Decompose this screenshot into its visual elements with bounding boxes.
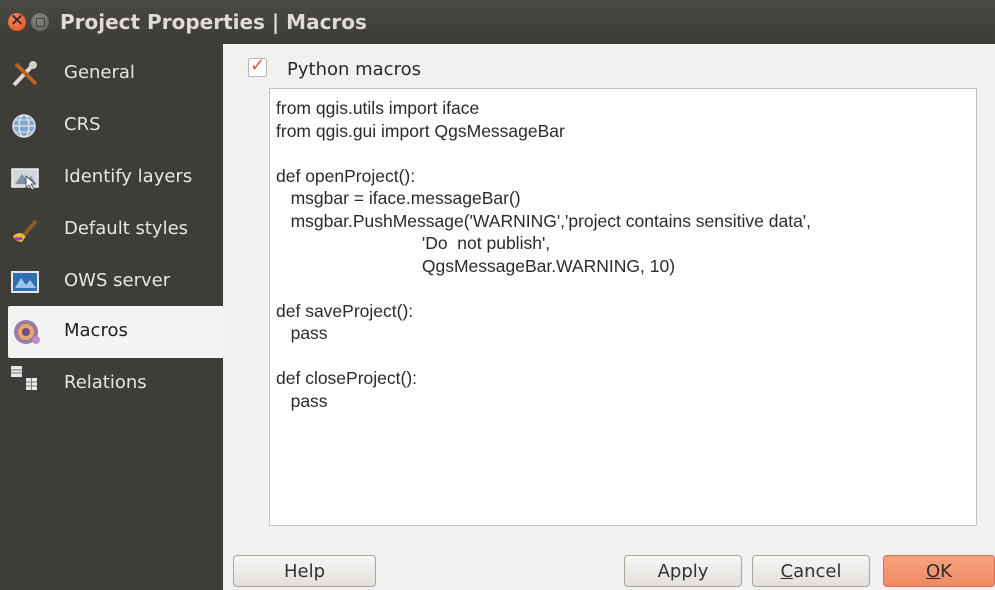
sidebar-item-label: OWS server <box>64 270 171 291</box>
cancel-label-rest: ancel <box>793 561 842 582</box>
table-relations-icon <box>11 366 37 390</box>
sidebar-item-label: Relations <box>64 372 147 393</box>
macro-code-editor[interactable]: from qgis.utils import iface from qgis.g… <box>269 88 977 526</box>
apply-button[interactable]: Apply <box>624 555 742 587</box>
close-window-button[interactable] <box>8 10 26 31</box>
window-title: Project Properties | Macros <box>60 10 367 34</box>
ok-button[interactable]: OK <box>883 555 995 587</box>
macros-panel: Python macros from qgis.utils import ifa… <box>223 44 995 590</box>
sidebar-item-macros[interactable]: Macros ⋮ <box>8 306 231 358</box>
macro-code[interactable]: from qgis.utils import iface from qgis.g… <box>276 97 811 412</box>
gear-icon <box>14 320 40 344</box>
cancel-mnemonic: C <box>780 561 794 582</box>
sidebar-item-label: Default styles <box>64 218 189 239</box>
minimize-window-button[interactable] <box>31 13 49 31</box>
sidebar-item-label: Macros <box>64 320 128 341</box>
sidebar-item-default-styles[interactable]: Default styles <box>0 204 223 256</box>
title-bar: Project Properties | Macros <box>0 0 995 44</box>
sidebar-item-label: Identify layers <box>64 166 193 187</box>
sidebar-item-label: CRS <box>64 114 101 135</box>
map-server-icon <box>11 271 39 293</box>
sidebar-item-label: General <box>64 62 135 83</box>
sidebar-item-crs[interactable]: CRS <box>0 100 223 152</box>
sidebar-item-relations[interactable]: Relations <box>0 358 223 410</box>
ok-mnemonic: O <box>926 561 941 582</box>
sidebar-item-identify-layers[interactable]: Identify layers <box>0 152 223 204</box>
python-macros-label[interactable]: Python macros <box>287 59 421 80</box>
ok-label-rest: K <box>940 561 952 582</box>
help-button[interactable]: Help <box>233 555 376 587</box>
sidebar-item-ows-server[interactable]: OWS server <box>0 256 223 308</box>
sidebar-item-general[interactable]: General <box>0 48 223 100</box>
paint-brush-icon <box>13 219 38 242</box>
tools-icon <box>12 61 38 87</box>
cancel-button[interactable]: Cancel <box>752 555 870 587</box>
sidebar: General CRS Identify layers Default styl… <box>0 44 231 590</box>
python-macros-checkbox[interactable] <box>248 55 267 77</box>
globe-icon <box>12 114 36 138</box>
identify-layers-icon <box>11 168 39 191</box>
